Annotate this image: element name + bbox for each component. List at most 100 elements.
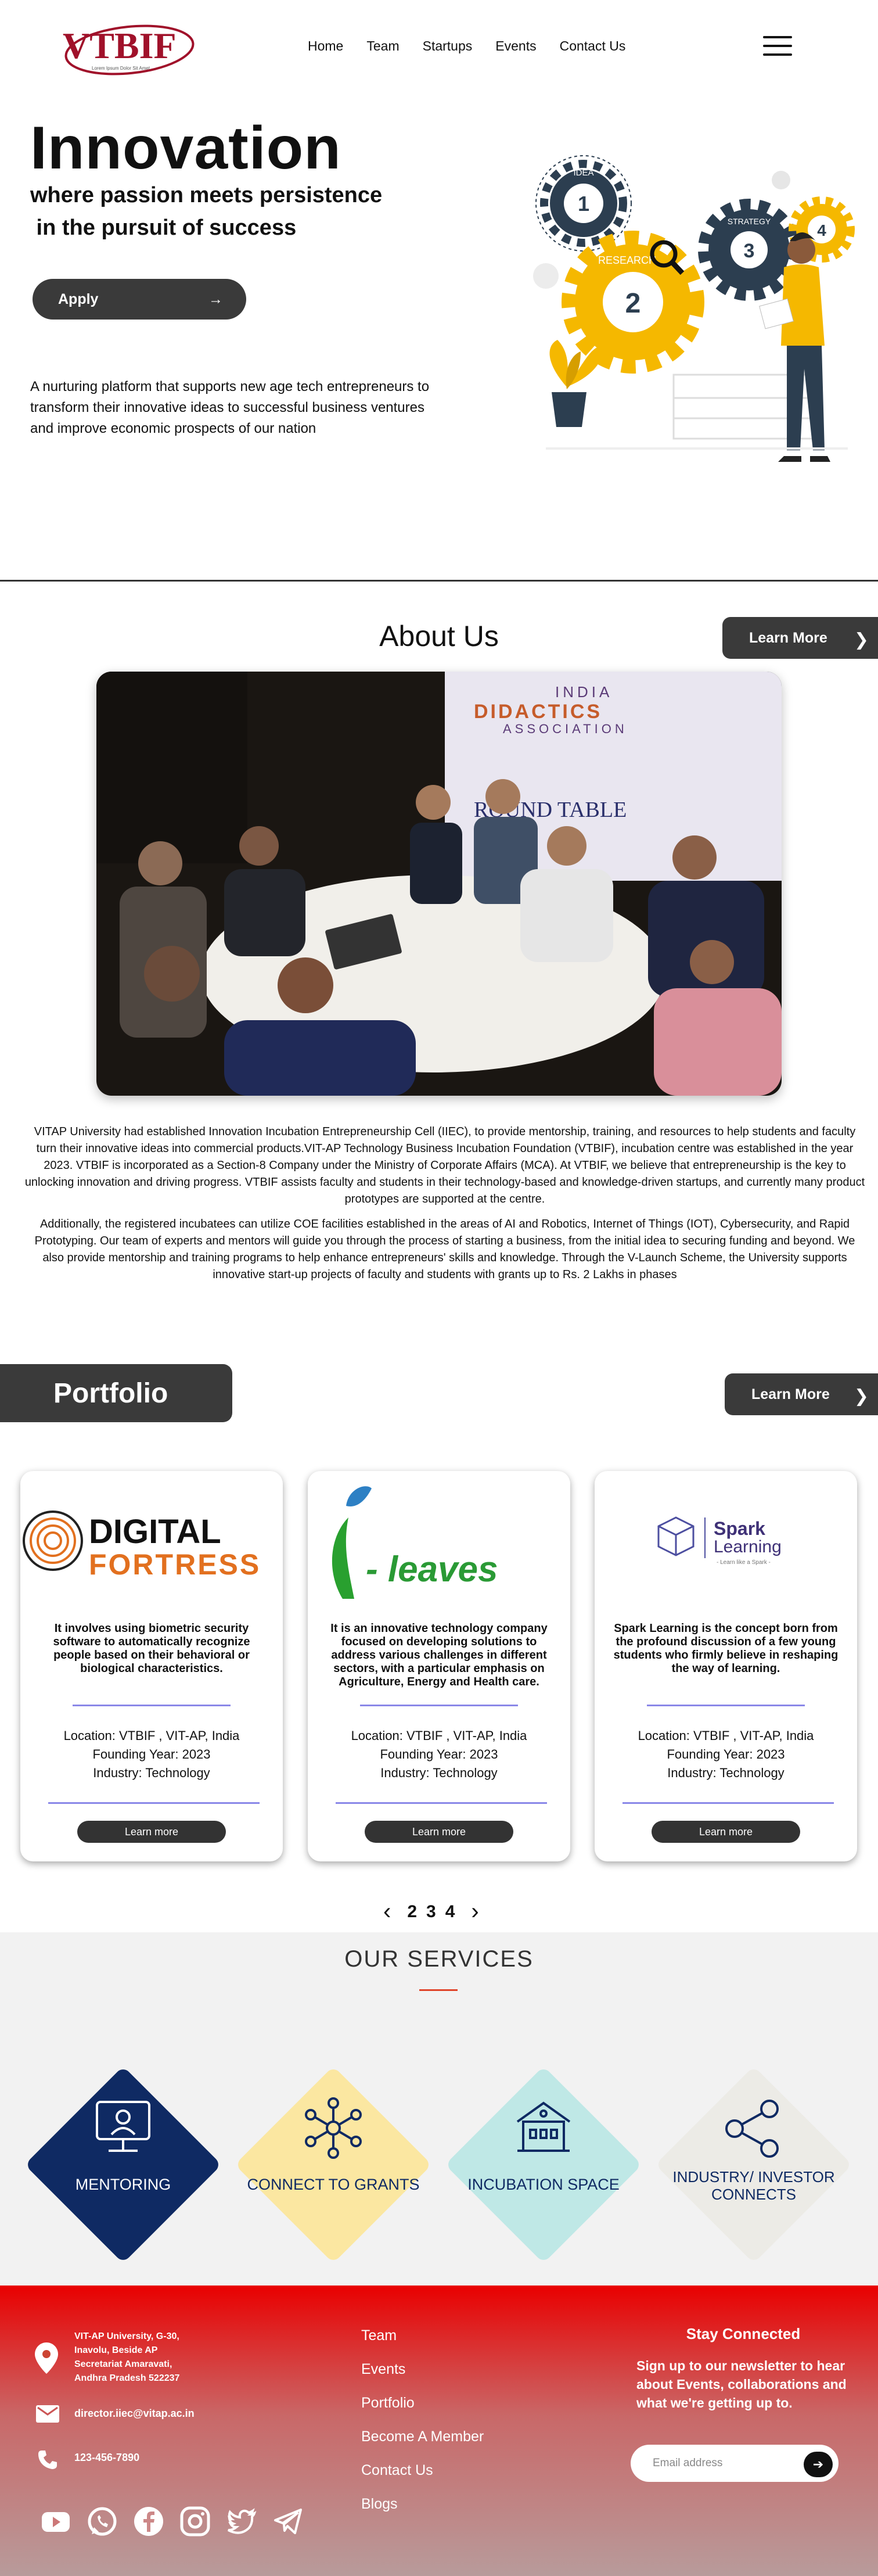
arrow-right-icon[interactable]: ➔ <box>804 2452 833 2477</box>
telegram-icon[interactable] <box>272 2505 304 2538</box>
footer-address: VIT-AP University, G-30, Inavolu, Beside… <box>74 2331 180 2383</box>
svg-text:1: 1 <box>578 192 589 216</box>
footer-link-contact[interactable]: Contact Us <box>361 2462 433 2479</box>
svg-text:DIDACTICS: DIDACTICS <box>474 701 602 723</box>
service-connect-to-grants[interactable]: CONNECT TO GRANTS <box>235 2066 432 2263</box>
stay-connected-text: Sign up to our newsletter to hear about … <box>636 2358 847 2410</box>
chevron-right-icon: ❯ <box>854 1387 869 1406</box>
apply-label: Apply <box>58 290 99 307</box>
card-description: Spark Learning is the concept born from … <box>613 1622 839 1675</box>
card-learn-more-button[interactable]: Learn more <box>77 1821 226 1843</box>
footer-link-portfolio[interactable]: Portfolio <box>361 2395 415 2412</box>
gear-icon: 2 RESEARCH <box>562 231 704 374</box>
portfolio-card: Spark Learning - Learn like a Spark - Sp… <box>595 1471 857 1861</box>
svg-text:Lorem Ipsum Dolor Sit Amet: Lorem Ipsum Dolor Sit Amet <box>92 66 150 71</box>
leaf-icon <box>332 1517 354 1599</box>
card-learn-more-button[interactable]: Learn more <box>652 1821 800 1843</box>
footer-email[interactable]: director.iiec@vitap.ac.in <box>74 2408 195 2420</box>
portfolio-card: - leaves It is an innovative technology … <box>308 1471 570 1861</box>
svg-text:STRATEGY: STRATEGY <box>728 217 771 226</box>
hero-description: A nurturing platform that supports new a… <box>30 379 430 436</box>
footer-link-team[interactable]: Team <box>361 2327 397 2344</box>
about-photo: INDIA DIDACTICS ASSOCIATION ROUND TABLE <box>96 672 782 1096</box>
share-icon <box>655 2096 852 2163</box>
service-mentoring[interactable]: MENTORING <box>24 2066 222 2263</box>
card-description: It involves using biometric security sof… <box>53 1622 250 1675</box>
about-paragraph-1: VITAP University had established Innovat… <box>24 1125 865 1206</box>
cube-icon <box>657 1516 695 1556</box>
service-incubation-space[interactable]: INCUBATION SPACE <box>445 2066 642 2263</box>
spark-learning-logo: Spark Learning - Learn like a Spark - <box>595 1483 857 1599</box>
hero-gears-illustration: 1 IDEA 2 RESEARCH 3 STRATEGY 4 <box>523 154 871 488</box>
svg-text:3: 3 <box>744 240 755 262</box>
gear-icon: 1 IDEA <box>540 160 627 247</box>
chevron-right-icon: ❯ <box>854 630 869 650</box>
apply-button[interactable]: Apply → <box>33 279 246 320</box>
card-meta: Location: VTBIF , VIT-AP, India Founding… <box>351 1728 527 1780</box>
svg-text:- Learn like a Spark -: - Learn like a Spark - <box>717 1559 771 1566</box>
site-header: VTBIF Lorem Ipsum Dolor Sit Amet Home Te… <box>0 0 878 93</box>
page-2[interactable]: 2 <box>407 1902 417 1922</box>
whatsapp-icon[interactable] <box>86 2505 118 2538</box>
svg-text:2: 2 <box>625 288 641 319</box>
chevron-right-icon[interactable]: › <box>471 1899 478 1925</box>
page-3[interactable]: 3 <box>426 1902 436 1922</box>
svg-text:FORTRESS: FORTRESS <box>89 1548 261 1581</box>
logo-wordmark: VTBIF <box>63 25 177 66</box>
nav-contact[interactable]: Contact Us <box>560 38 626 54</box>
svg-text:IDEA: IDEA <box>573 168 593 178</box>
nav-events[interactable]: Events <box>495 38 536 54</box>
i-leaves-logo: - leaves <box>308 1483 570 1599</box>
nav-team[interactable]: Team <box>366 38 399 54</box>
svg-text:- leaves: - leaves <box>366 1549 498 1590</box>
portfolio-pagination: ‹ 2 3 4 › <box>383 1899 499 1925</box>
youtube-icon[interactable] <box>39 2505 72 2538</box>
card-learn-more-button[interactable]: Learn more <box>365 1821 513 1843</box>
footer-link-events[interactable]: Events <box>361 2361 405 2378</box>
mail-icon <box>36 2405 59 2426</box>
services-title: OUR SERVICES <box>344 1946 534 1972</box>
about-paragraph-2: Additionally, the registered incubatees … <box>34 1218 855 1281</box>
digital-fortress-logo: DIGITAL FORTRESS <box>20 1483 283 1599</box>
nav-startups[interactable]: Startups <box>423 38 473 54</box>
mentor-icon <box>24 2096 222 2163</box>
svg-text:INDIA: INDIA <box>555 683 613 701</box>
portfolio-learn-more-button[interactable]: Learn More ❯ <box>725 1373 878 1415</box>
phone-icon <box>37 2449 58 2473</box>
service-industry-investor-connects[interactable]: INDUSTRY/ INVESTOR CONNECTS <box>655 2066 852 2263</box>
svg-text:DIGITAL: DIGITAL <box>89 1513 221 1551</box>
portfolio-card: DIGITAL FORTRESS It involves using biome… <box>20 1471 283 1861</box>
site-footer: VIT-AP University, G-30, Inavolu, Beside… <box>0 2286 878 2576</box>
svg-text:4: 4 <box>817 221 826 239</box>
svg-text:RESEARCH: RESEARCH <box>598 254 656 266</box>
instagram-icon[interactable] <box>179 2505 211 2538</box>
card-meta: Location: VTBIF , VIT-AP, India Founding… <box>63 1728 240 1780</box>
hamburger-menu-icon[interactable] <box>763 36 792 56</box>
vtbif-logo[interactable]: VTBIF Lorem Ipsum Dolor Sit Amet <box>57 16 196 80</box>
chevron-left-icon[interactable]: ‹ <box>383 1899 391 1925</box>
footer-link-blogs[interactable]: Blogs <box>361 2496 398 2513</box>
page-4[interactable]: 4 <box>445 1902 455 1922</box>
arrow-right-icon: → <box>208 290 223 307</box>
card-description: It is an innovative technology company f… <box>330 1622 548 1688</box>
gear-icon: 3 STRATEGY <box>698 199 800 301</box>
location-pin-icon <box>35 2342 58 2377</box>
stay-connected-title: Stay Connected <box>686 2325 801 2342</box>
section-divider <box>0 580 878 582</box>
about-learn-more-button[interactable]: Learn More ❯ <box>722 617 878 659</box>
footer-phone[interactable]: 123-456-7890 <box>74 2452 139 2464</box>
facebook-icon[interactable] <box>132 2505 165 2538</box>
footer-link-become-member[interactable]: Become A Member <box>361 2428 484 2445</box>
card-meta: Location: VTBIF , VIT-AP, India Founding… <box>638 1728 814 1780</box>
network-icon <box>235 2096 432 2163</box>
about-text: VITAP University had established Innovat… <box>23 1124 866 1291</box>
plant-icon <box>549 340 604 427</box>
svg-text:Spark: Spark <box>714 1518 765 1539</box>
building-icon <box>445 2096 642 2163</box>
hero-subtitle: where passion meets persistence in the p… <box>30 183 383 240</box>
portfolio-heading: Portfolio <box>0 1364 232 1422</box>
twitter-icon[interactable] <box>225 2505 258 2538</box>
nav-home[interactable]: Home <box>308 38 343 54</box>
main-nav: Home Team Startups Events Contact Us <box>308 38 625 54</box>
hero-title: Innovation <box>30 114 341 182</box>
